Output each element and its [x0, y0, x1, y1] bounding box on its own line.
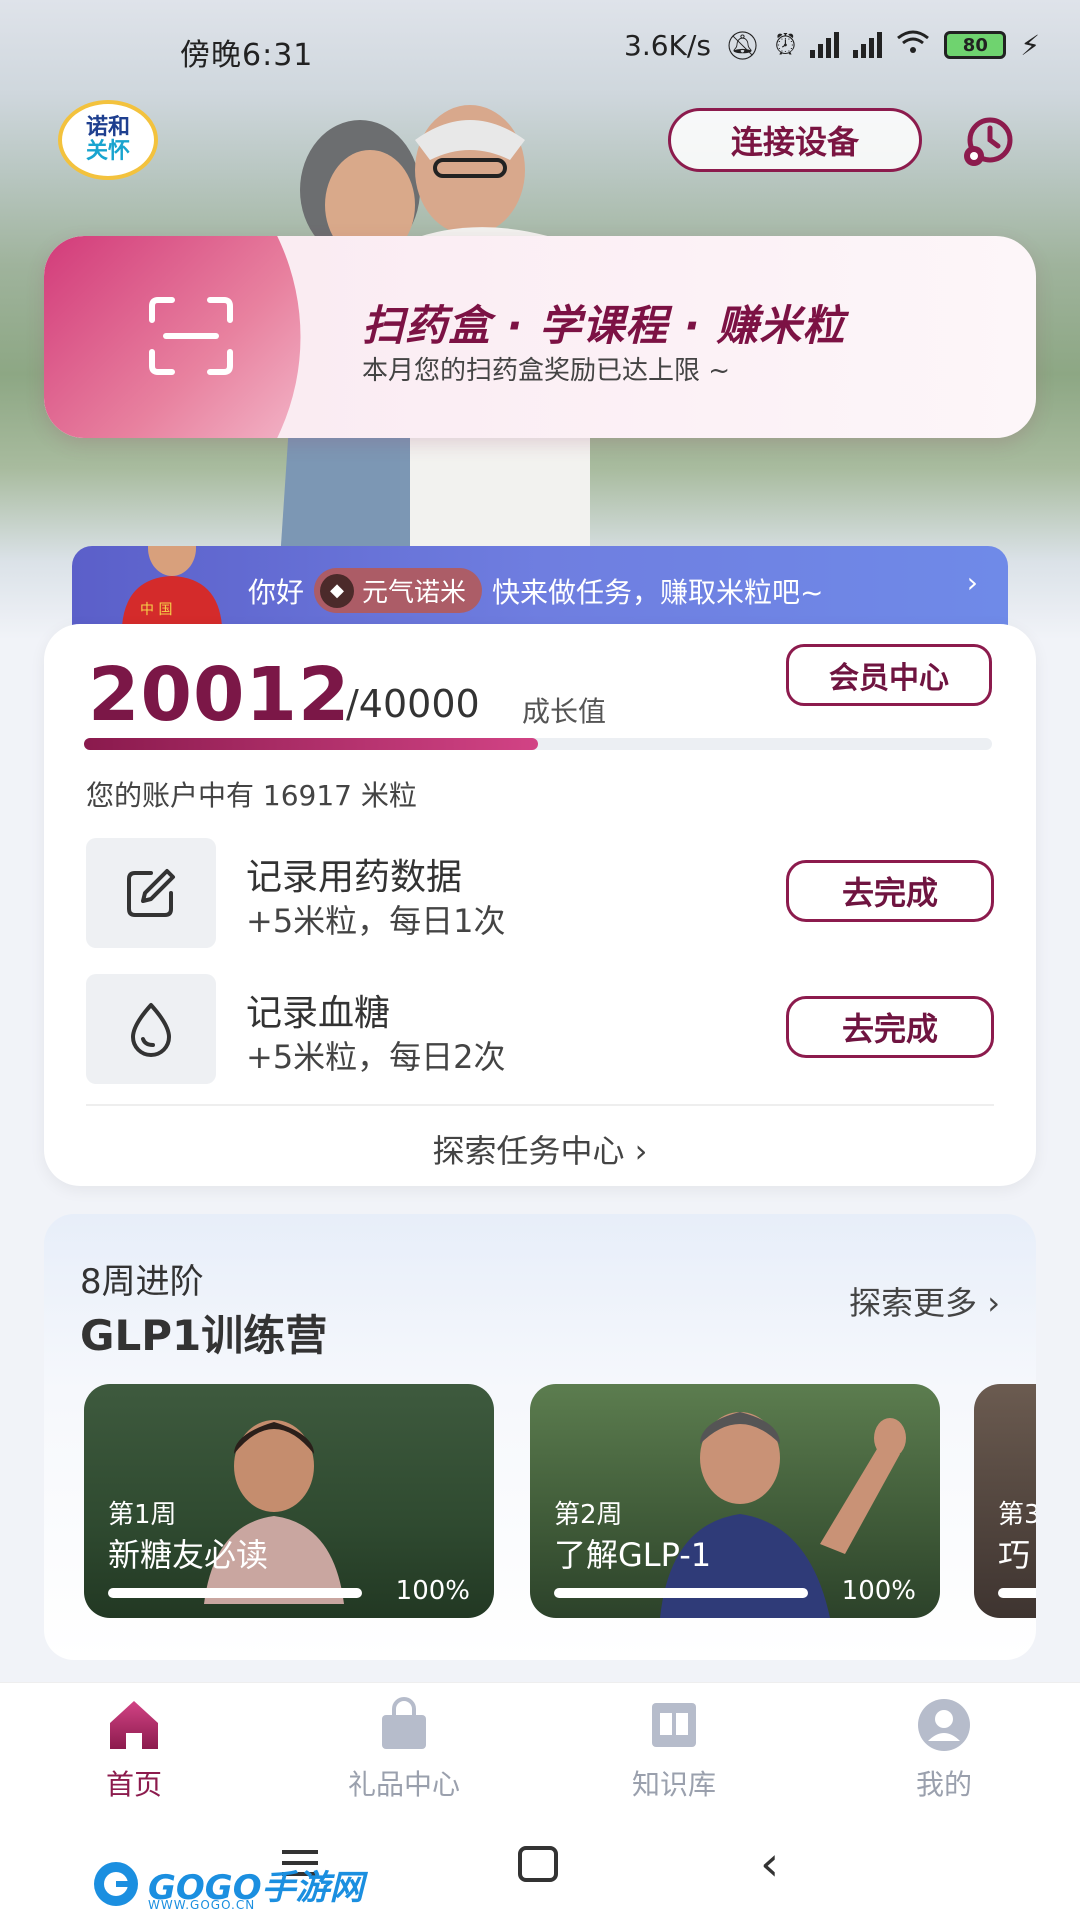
nickname: 元气诺米 — [362, 578, 467, 608]
watermark-sub: WWW.GOGO.CN — [148, 1898, 256, 1912]
logo-line2: 关怀 — [85, 139, 130, 164]
course-week: 第1周 — [108, 1500, 177, 1530]
explore-task-center-link[interactable]: 探索任务中心 › — [44, 1126, 1036, 1172]
growth-unit: 成长值 — [522, 695, 607, 728]
mascot-avatar: 中 国 — [122, 546, 222, 626]
tab-gift-center[interactable]: 礼品中心 — [324, 1697, 484, 1803]
course-progress: 100% — [395, 1576, 470, 1606]
course-card[interactable]: 第3 巧 — [974, 1384, 1036, 1618]
growth-card: 20012 /40000 成长值 会员中心 您的账户中有 16917 米粒 记录… — [44, 624, 1036, 1186]
network-speed: 3.6K/s — [624, 28, 711, 62]
home-nav-icon[interactable] — [518, 1846, 558, 1882]
tab-label: 礼品中心 — [347, 1768, 460, 1801]
glp1-camp-card: 8周进阶 GLP1训练营 探索更多 › 第1周 新糖友必读 100% 第2周 了… — [44, 1214, 1036, 1660]
growth-progress-fill — [84, 738, 538, 750]
edit-icon — [127, 869, 175, 917]
course-name: 了解GLP-1 — [554, 1536, 712, 1574]
wifi-icon — [896, 29, 930, 62]
signal-icon — [810, 32, 840, 58]
svg-text:中 国: 中 国 — [140, 602, 172, 618]
divider — [86, 1104, 994, 1106]
welcome-message: 快来做任务，赚取米粒吧~ — [492, 575, 824, 609]
tab-home[interactable]: 首页 — [54, 1697, 214, 1803]
scan-banner-title: 扫药盒 · 学课程 · 赚米粒 — [362, 301, 846, 350]
status-bar: 傍晚6:31 3.6K/s 🔕︎ ⏰︎ 80 ⚡︎ — [0, 0, 1080, 100]
scan-box-banner[interactable]: 扫药盒 · 学课程 · 赚米粒 本月您的扫药盒奖励已达上限 ~ — [44, 236, 1036, 438]
glp-subtitle: 8周进阶 — [80, 1262, 204, 1302]
tab-knowledge[interactable]: 知识库 — [594, 1697, 754, 1803]
scan-banner-subtitle: 本月您的扫药盒奖励已达上限 ~ — [362, 356, 731, 386]
alarm-icon: ⏰︎ — [774, 28, 797, 61]
tab-label: 知识库 — [631, 1768, 716, 1801]
course-card[interactable]: 第1周 新糖友必读 100% — [84, 1384, 494, 1618]
explore-more-link[interactable]: 探索更多 › — [849, 1278, 1000, 1324]
logo-line1: 诺和 — [85, 114, 130, 140]
status-time: 傍晚6:31 — [180, 38, 314, 73]
app-logo: 诺和 关怀 — [58, 100, 158, 180]
task-title: 记录用药数据 — [246, 857, 463, 898]
bottom-tab-bar: 首页 礼品中心 知识库 我的 — [0, 1682, 1080, 1812]
status-icons: 3.6K/s 🔕︎ ⏰︎ 80 ⚡︎ — [624, 28, 1040, 62]
task-item: 记录用药数据 +5米粒，每日1次 去完成 — [86, 838, 994, 948]
task-icon-box — [86, 974, 216, 1084]
back-icon[interactable]: ‹ — [760, 1836, 779, 1892]
connect-device-button[interactable]: 连接设备 — [668, 108, 922, 172]
scan-icon[interactable] — [148, 296, 234, 376]
tab-profile[interactable]: 我的 — [864, 1697, 1024, 1803]
charging-icon: ⚡︎ — [1020, 28, 1040, 62]
course-progress: 100% — [841, 1576, 916, 1606]
signal-icon-2 — [853, 32, 883, 58]
welcome-text: 你好 ◆ 元气诺米 快来做任务，赚取米粒吧~ — [248, 568, 824, 613]
drop-icon — [131, 1003, 171, 1057]
course-progress-bar — [108, 1588, 362, 1598]
task-icon-box — [86, 838, 216, 948]
diamond-icon: ◆ — [320, 573, 355, 608]
tab-label: 首页 — [105, 1768, 162, 1801]
member-center-button[interactable]: 会员中心 — [786, 644, 992, 706]
growth-total: /40000 — [346, 682, 480, 726]
user-icon — [918, 1699, 970, 1751]
task-desc: +5米粒，每日1次 — [246, 902, 506, 940]
task-desc: +5米粒，每日2次 — [246, 1038, 506, 1076]
growth-current: 20012 — [88, 652, 351, 738]
battery-icon: 80 — [944, 31, 1007, 59]
task-title: 记录血糖 — [246, 993, 391, 1034]
growth-progress-bar — [84, 738, 992, 750]
bag-icon — [382, 1697, 426, 1749]
chevron-right-icon: › — [966, 566, 978, 599]
task-welcome-strip[interactable]: 中 国 你好 ◆ 元气诺米 快来做任务，赚取米粒吧~ › — [72, 546, 1008, 626]
course-card[interactable]: 第2周 了解GLP-1 100% — [530, 1384, 940, 1618]
task-complete-button[interactable]: 去完成 — [786, 860, 994, 922]
course-name: 新糖友必读 — [108, 1536, 269, 1574]
nickname-tag: ◆ 元气诺米 — [314, 568, 483, 613]
tab-label: 我的 — [915, 1768, 972, 1801]
greeting: 你好 — [248, 575, 305, 609]
book-icon — [652, 1703, 696, 1747]
glp-title: GLP1训练营 — [80, 1311, 328, 1360]
course-progress-bar — [998, 1588, 1036, 1598]
task-complete-button[interactable]: 去完成 — [786, 996, 994, 1058]
task-item: 记录血糖 +5米粒，每日2次 去完成 — [86, 974, 994, 1084]
course-progress-bar — [554, 1588, 808, 1598]
balance-text: 您的账户中有 16917 米粒 — [86, 779, 417, 812]
course-week: 第2周 — [554, 1500, 623, 1530]
course-name: 巧 — [998, 1536, 1031, 1574]
home-icon — [110, 1701, 158, 1749]
mute-bell-icon: 🔕︎ — [724, 28, 761, 62]
history-settings-icon[interactable] — [958, 112, 1018, 172]
watermark: GOGO手游网 WWW.GOGO.CN — [90, 1858, 364, 1912]
watermark-logo-icon — [94, 1862, 138, 1906]
course-week: 第3 — [998, 1500, 1036, 1530]
